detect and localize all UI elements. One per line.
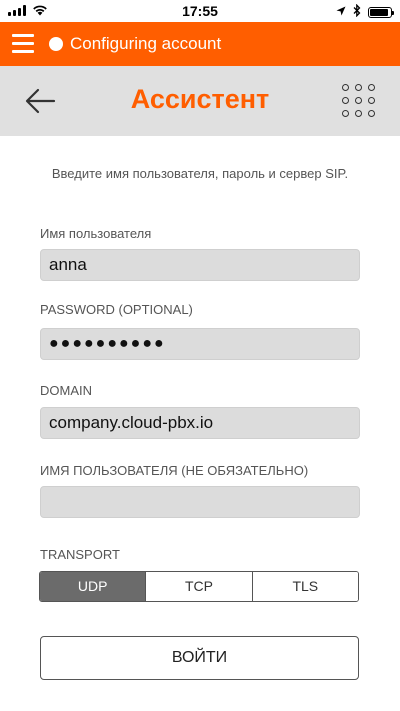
domain-field[interactable]: company.cloud-pbx.io <box>40 407 360 439</box>
auth-username-field[interactable] <box>40 486 360 518</box>
transport-option-udp[interactable]: UDP <box>40 572 146 601</box>
transport-selector: UDP TCP TLS <box>39 571 359 602</box>
menu-icon[interactable] <box>12 34 34 54</box>
transport-label: TRANSPORT <box>40 547 120 562</box>
instructions-text: Введите имя пользователя, пароль и серве… <box>51 166 349 181</box>
dialpad-icon[interactable] <box>342 84 376 118</box>
transport-option-tcp[interactable]: TCP <box>145 572 252 601</box>
transport-option-tls[interactable]: TLS <box>251 572 358 601</box>
status-bar: 17:55 <box>0 0 400 22</box>
username-label: Имя пользователя <box>40 226 152 241</box>
screen: 17:55 Configuring account Ассистент Введ… <box>0 0 400 711</box>
registration-status-dot <box>49 37 63 51</box>
password-label: PASSWORD (OPTIONAL) <box>40 302 193 317</box>
page-title: Ассистент <box>130 84 270 114</box>
password-field[interactable]: ●●●●●●●●●● <box>40 328 360 360</box>
location-icon <box>336 5 346 20</box>
status-right <box>336 3 394 20</box>
domain-label: DOMAIN <box>40 383 92 398</box>
app-bar: Configuring account <box>0 22 400 66</box>
battery-icon <box>368 6 394 18</box>
bluetooth-icon <box>353 3 361 20</box>
account-status-text: Configuring account <box>70 34 222 53</box>
login-button[interactable]: ВОЙТИ <box>40 636 359 680</box>
auth-username-label: ИМЯ ПОЛЬЗОВАТЕЛЯ (НЕ ОБЯЗАТЕЛЬНО) <box>40 463 309 478</box>
username-field[interactable]: anna <box>40 249 360 281</box>
assistant-header: Ассистент <box>0 66 400 136</box>
